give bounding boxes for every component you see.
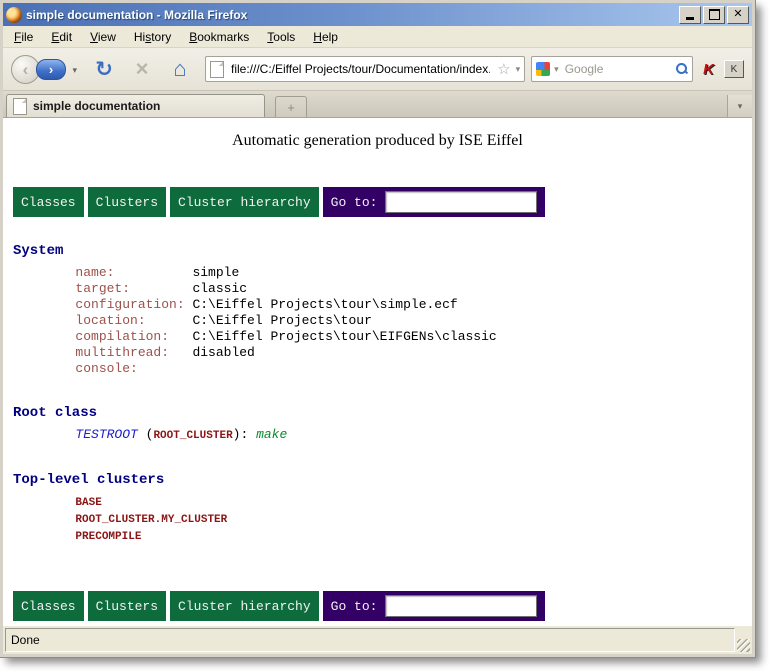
urlbar-dropdown-icon[interactable]: ▾	[516, 64, 521, 75]
bottom-nav-buttons: ClassesClustersCluster hierarchy	[13, 591, 323, 621]
system-heading: System	[13, 243, 752, 259]
tab-strip: simple documentation + ▾	[3, 91, 752, 118]
refresh-button[interactable]: ↻	[91, 55, 117, 83]
menu-history[interactable]: History	[125, 28, 180, 46]
home-icon: ⌂	[173, 56, 186, 82]
system-row-value: simple	[192, 265, 239, 280]
k-toolbar-button[interactable]: K	[724, 60, 744, 78]
clusters-heading: Top-level clusters	[13, 472, 752, 488]
nav-button-classes[interactable]: Classes	[13, 187, 84, 217]
search-input[interactable]	[563, 61, 672, 77]
doc-header: Automatic generation produced by ISE Eif…	[3, 132, 752, 150]
bookmark-star-icon[interactable]: ☆	[497, 62, 510, 77]
cluster-link[interactable]: BASE	[75, 497, 101, 509]
tab-list-dropdown-button[interactable]: ▾	[727, 95, 752, 117]
menu-view[interactable]: View	[81, 28, 125, 46]
menu-edit[interactable]: Edit	[42, 28, 81, 46]
home-button[interactable]: ⌂	[167, 55, 193, 83]
system-row-value: C:\Eiffel Projects\tour\simple.ecf	[192, 297, 457, 312]
system-row-label: configuration:	[75, 297, 192, 312]
system-row-value: C:\Eiffel Projects\tour\EIFGENs\classic	[192, 329, 496, 344]
root-class-line: TESTROOT (ROOT_CLUSTER): make	[13, 427, 752, 444]
nav-button-cluster-hierarchy[interactable]: Cluster hierarchy	[170, 187, 319, 217]
system-row-label: console:	[75, 361, 192, 376]
system-row-label: name:	[75, 265, 192, 280]
system-row-label: location:	[75, 313, 192, 328]
search-engine-dropdown-icon[interactable]: ▾	[554, 64, 559, 75]
stop-button[interactable]: ×	[129, 55, 155, 83]
top-nav-buttons: ClassesClustersCluster hierarchy	[13, 187, 323, 217]
browser-window: simple documentation - Mozilla Firefox ✕…	[0, 0, 755, 657]
goto-box-top: Go to:	[323, 187, 546, 217]
menu-bookmarks[interactable]: Bookmarks	[180, 28, 258, 46]
address-bar[interactable]: ☆ ▾	[205, 56, 525, 82]
resize-grip[interactable]	[735, 628, 750, 652]
nav-button-classes[interactable]: Classes	[13, 591, 84, 621]
back-icon: ‹	[23, 60, 29, 80]
root-class-segment-plain: (	[138, 427, 154, 442]
nav-button-clusters[interactable]: Clusters	[88, 187, 166, 217]
root-class-heading: Root class	[13, 405, 752, 421]
tab-favicon-icon	[13, 98, 27, 115]
system-row-label: target:	[75, 281, 192, 296]
cluster-link[interactable]: PRECOMPILE	[75, 531, 141, 543]
root-class-segment-class-link[interactable]: TESTROOT	[75, 427, 137, 442]
root-class-segment-plain: ):	[233, 427, 256, 442]
maximize-button[interactable]	[703, 6, 725, 24]
system-row-value: C:\Eiffel Projects\tour	[192, 313, 371, 328]
goto-label: Go to:	[331, 599, 378, 614]
nav-button-clusters[interactable]: Clusters	[88, 591, 166, 621]
title-bar: simple documentation - Mozilla Firefox ✕	[3, 3, 752, 26]
bottom-nav-row: ClassesClustersCluster hierarchy Go to:	[13, 591, 752, 621]
goto-input-top[interactable]	[385, 191, 537, 213]
forward-icon: ›	[49, 62, 53, 77]
system-row-value: classic	[192, 281, 247, 296]
top-nav-row: ClassesClustersCluster hierarchy Go to:	[13, 187, 752, 217]
minimize-button[interactable]	[679, 6, 701, 24]
forward-button[interactable]: ›	[36, 59, 66, 80]
close-icon: ✕	[733, 9, 742, 20]
search-icon[interactable]	[676, 63, 688, 75]
goto-box-bottom: Go to:	[323, 591, 546, 621]
menu-help[interactable]: Help	[304, 28, 347, 46]
firefox-icon[interactable]	[6, 7, 22, 23]
cluster-list: BASE ROOT_CLUSTER.MY_CLUSTER PRECOMPILE	[13, 494, 752, 545]
minimize-icon	[686, 17, 694, 20]
navigation-toolbar: ‹ › ▾ ↻ × ⌂ ☆ ▾ ▾ K K	[3, 48, 752, 91]
goto-label: Go to:	[331, 195, 378, 210]
system-rows: name: simple target: classic configurati…	[13, 265, 752, 377]
tab-simple-documentation[interactable]: simple documentation	[6, 94, 265, 117]
goto-input-bottom[interactable]	[385, 595, 537, 617]
refresh-icon: ↻	[95, 57, 113, 82]
search-box[interactable]: ▾	[531, 56, 693, 82]
nav-button-cluster-hierarchy[interactable]: Cluster hierarchy	[170, 591, 319, 621]
menu-bar: FileEditViewHistoryBookmarksToolsHelp	[3, 26, 752, 48]
status-bar: Done	[3, 625, 752, 654]
tab-label: simple documentation	[33, 99, 160, 113]
maximize-icon	[709, 9, 720, 20]
resize-grip-icon	[737, 639, 750, 652]
root-class-segment-feature-link[interactable]: make	[256, 427, 287, 442]
cluster-link[interactable]: ROOT_CLUSTER.MY_CLUSTER	[75, 514, 227, 526]
close-button[interactable]: ✕	[727, 6, 749, 24]
google-logo-icon	[536, 62, 550, 76]
menu-tools[interactable]: Tools	[258, 28, 304, 46]
window-title: simple documentation - Mozilla Firefox	[26, 8, 675, 22]
menu-file[interactable]: File	[5, 28, 42, 46]
url-input[interactable]	[229, 61, 492, 77]
page-content: Automatic generation produced by ISE Eif…	[3, 118, 752, 625]
system-row-value: disabled	[192, 345, 254, 360]
screenshot-stage: simple documentation - Mozilla Firefox ✕…	[0, 0, 769, 671]
page-favicon-icon	[210, 61, 224, 78]
stop-icon: ×	[136, 56, 149, 82]
history-dropdown-icon[interactable]: ▾	[72, 65, 77, 76]
new-tab-button[interactable]: +	[275, 96, 307, 117]
back-forward-widget: ‹ › ▾	[11, 54, 77, 84]
status-text: Done	[5, 628, 735, 652]
system-row-label: multithread:	[75, 345, 192, 360]
kaspersky-icon[interactable]: K	[703, 61, 714, 78]
system-row-label: compilation:	[75, 329, 192, 344]
root-class-segment-cluster-name[interactable]: ROOT_CLUSTER	[153, 430, 232, 442]
